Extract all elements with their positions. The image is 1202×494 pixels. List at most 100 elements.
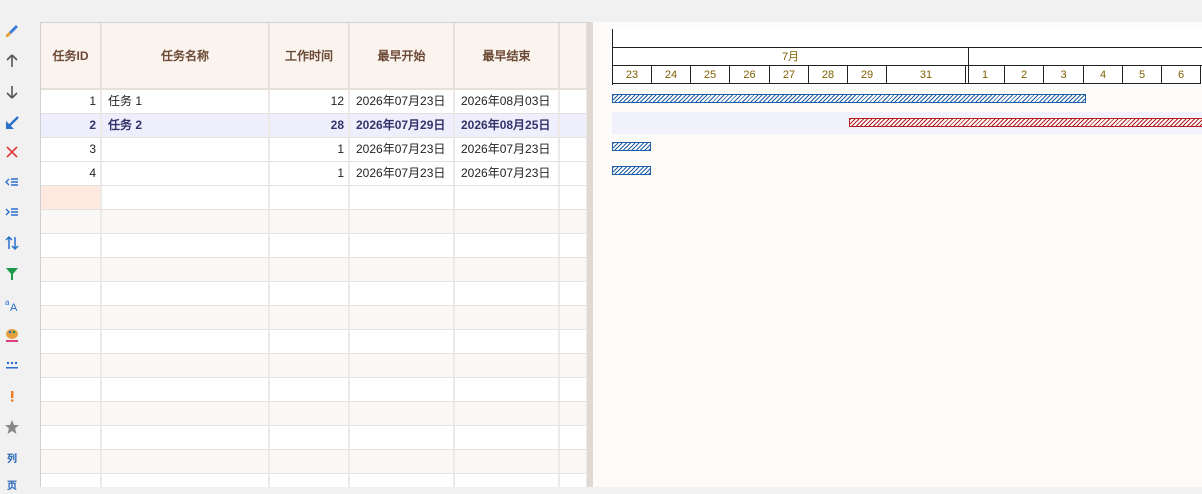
task-bar-4[interactable]	[612, 166, 651, 175]
arrow-up-icon[interactable]	[2, 51, 22, 71]
sort-icon[interactable]	[2, 233, 22, 253]
empty-cell[interactable]	[41, 186, 102, 210]
empty-cell[interactable]	[350, 402, 455, 426]
empty-cell[interactable]	[350, 210, 455, 234]
cell-extra[interactable]	[560, 114, 587, 138]
table-row-empty[interactable]	[41, 306, 587, 330]
empty-cell[interactable]	[41, 306, 102, 330]
empty-cell[interactable]	[102, 210, 270, 234]
table-row-empty[interactable]	[41, 258, 587, 282]
empty-cell[interactable]	[102, 402, 270, 426]
empty-cell[interactable]	[102, 282, 270, 306]
empty-cell[interactable]	[560, 210, 587, 234]
more-icon[interactable]	[2, 355, 22, 375]
indent-icon[interactable]	[2, 202, 22, 222]
empty-cell[interactable]	[560, 474, 587, 487]
header-early-start[interactable]: 最早开始	[350, 23, 455, 90]
empty-cell[interactable]	[270, 210, 350, 234]
empty-cell[interactable]	[560, 426, 587, 450]
cell-id[interactable]: 2	[41, 114, 102, 138]
empty-cell[interactable]	[350, 186, 455, 210]
empty-cell[interactable]	[350, 474, 455, 487]
cell-work[interactable]: 12	[270, 90, 350, 114]
empty-cell[interactable]	[41, 258, 102, 282]
empty-cell[interactable]	[455, 426, 560, 450]
empty-cell[interactable]	[102, 450, 270, 474]
star-icon[interactable]	[2, 417, 22, 437]
empty-cell[interactable]	[350, 258, 455, 282]
empty-cell[interactable]	[455, 354, 560, 378]
task-bar-2[interactable]	[849, 118, 1202, 127]
table-row-empty[interactable]	[41, 378, 587, 402]
cell-end[interactable]: 2026年07月23日	[455, 162, 560, 186]
empty-cell[interactable]	[560, 402, 587, 426]
empty-cell[interactable]	[41, 210, 102, 234]
empty-cell[interactable]	[350, 450, 455, 474]
empty-cell[interactable]	[270, 282, 350, 306]
cell-end[interactable]: 2026年07月23日	[455, 138, 560, 162]
cell-id[interactable]: 3	[41, 138, 102, 162]
empty-cell[interactable]	[455, 378, 560, 402]
cell-start[interactable]: 2026年07月23日	[350, 138, 455, 162]
empty-cell[interactable]	[455, 474, 560, 487]
empty-cell[interactable]	[102, 234, 270, 258]
cell-name[interactable]	[102, 162, 270, 186]
header-task-id[interactable]: 任务ID	[41, 23, 102, 90]
table-row[interactable]: 1 任务 1 12 2026年07月23日 2026年08月03日	[41, 90, 587, 114]
empty-cell[interactable]	[350, 426, 455, 450]
table-row-empty[interactable]	[41, 426, 587, 450]
table-row-empty[interactable]	[41, 186, 587, 210]
empty-cell[interactable]	[270, 474, 350, 487]
cell-id[interactable]: 1	[41, 90, 102, 114]
empty-cell[interactable]	[270, 378, 350, 402]
cell-extra[interactable]	[560, 90, 587, 114]
table-row-empty[interactable]	[41, 402, 587, 426]
empty-cell[interactable]	[270, 258, 350, 282]
cell-work[interactable]: 28	[270, 114, 350, 138]
empty-cell[interactable]	[350, 330, 455, 354]
cell-start[interactable]: 2026年07月23日	[350, 90, 455, 114]
empty-cell[interactable]	[350, 354, 455, 378]
empty-cell[interactable]	[560, 450, 587, 474]
empty-cell[interactable]	[102, 306, 270, 330]
empty-cell[interactable]	[102, 378, 270, 402]
empty-cell[interactable]	[270, 426, 350, 450]
empty-cell[interactable]	[270, 186, 350, 210]
table-row-empty[interactable]	[41, 210, 587, 234]
empty-cell[interactable]	[270, 354, 350, 378]
table-row-empty[interactable]	[41, 282, 587, 306]
table-row-empty[interactable]	[41, 474, 587, 487]
empty-cell[interactable]	[41, 474, 102, 487]
empty-cell[interactable]	[455, 186, 560, 210]
task-bar-1[interactable]	[612, 94, 1086, 103]
palette-icon[interactable]	[2, 325, 22, 345]
empty-cell[interactable]	[270, 330, 350, 354]
task-bar-3[interactable]	[612, 142, 651, 151]
empty-cell[interactable]	[41, 330, 102, 354]
brush-icon[interactable]	[2, 21, 22, 41]
empty-cell[interactable]	[102, 474, 270, 487]
arrow-down-left-icon[interactable]	[2, 113, 22, 133]
cell-start[interactable]: 2026年07月29日	[350, 114, 455, 138]
close-icon[interactable]	[2, 142, 22, 162]
empty-cell[interactable]	[560, 330, 587, 354]
empty-cell[interactable]	[270, 402, 350, 426]
table-row-empty[interactable]	[41, 450, 587, 474]
cell-start[interactable]: 2026年07月23日	[350, 162, 455, 186]
empty-cell[interactable]	[455, 258, 560, 282]
header-task-name[interactable]: 任务名称	[102, 23, 270, 90]
empty-cell[interactable]	[455, 306, 560, 330]
cell-extra[interactable]	[560, 138, 587, 162]
empty-cell[interactable]	[350, 378, 455, 402]
cell-name[interactable]: 任务 1	[102, 90, 270, 114]
empty-cell[interactable]	[560, 282, 587, 306]
empty-cell[interactable]	[41, 282, 102, 306]
column-button[interactable]: 列	[2, 447, 22, 467]
cell-name[interactable]: 任务 2	[102, 114, 270, 138]
header-early-finish[interactable]: 最早结束	[455, 23, 560, 90]
empty-cell[interactable]	[102, 354, 270, 378]
empty-cell[interactable]	[102, 258, 270, 282]
empty-cell[interactable]	[102, 330, 270, 354]
exclamation-icon[interactable]	[2, 386, 22, 406]
empty-cell[interactable]	[560, 258, 587, 282]
